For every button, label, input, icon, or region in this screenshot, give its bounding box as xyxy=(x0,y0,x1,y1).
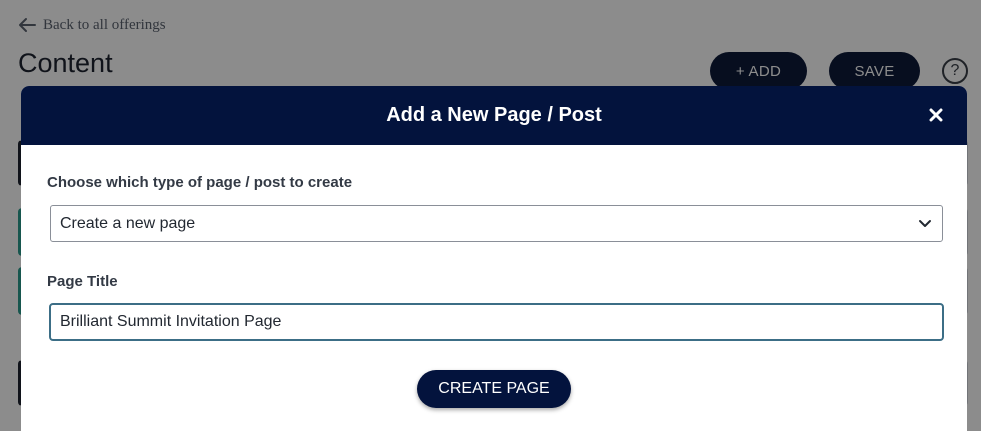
add-page-modal: Add a New Page / Post Choose which type … xyxy=(21,86,967,431)
page-title-label: Page Title xyxy=(47,273,118,290)
close-icon xyxy=(929,108,943,122)
page-type-select-value: Create a new page xyxy=(60,214,196,232)
create-page-button[interactable]: CREATE PAGE xyxy=(417,370,571,408)
modal-title: Add a New Page / Post xyxy=(386,104,602,126)
modal-header: Add a New Page / Post xyxy=(21,86,967,145)
page-type-select[interactable]: Create a new page xyxy=(50,205,943,242)
chevron-down-icon xyxy=(919,220,931,227)
close-button[interactable] xyxy=(927,106,945,124)
page-title-input[interactable] xyxy=(49,303,944,341)
page-type-label: Choose which type of page / post to crea… xyxy=(47,174,353,191)
